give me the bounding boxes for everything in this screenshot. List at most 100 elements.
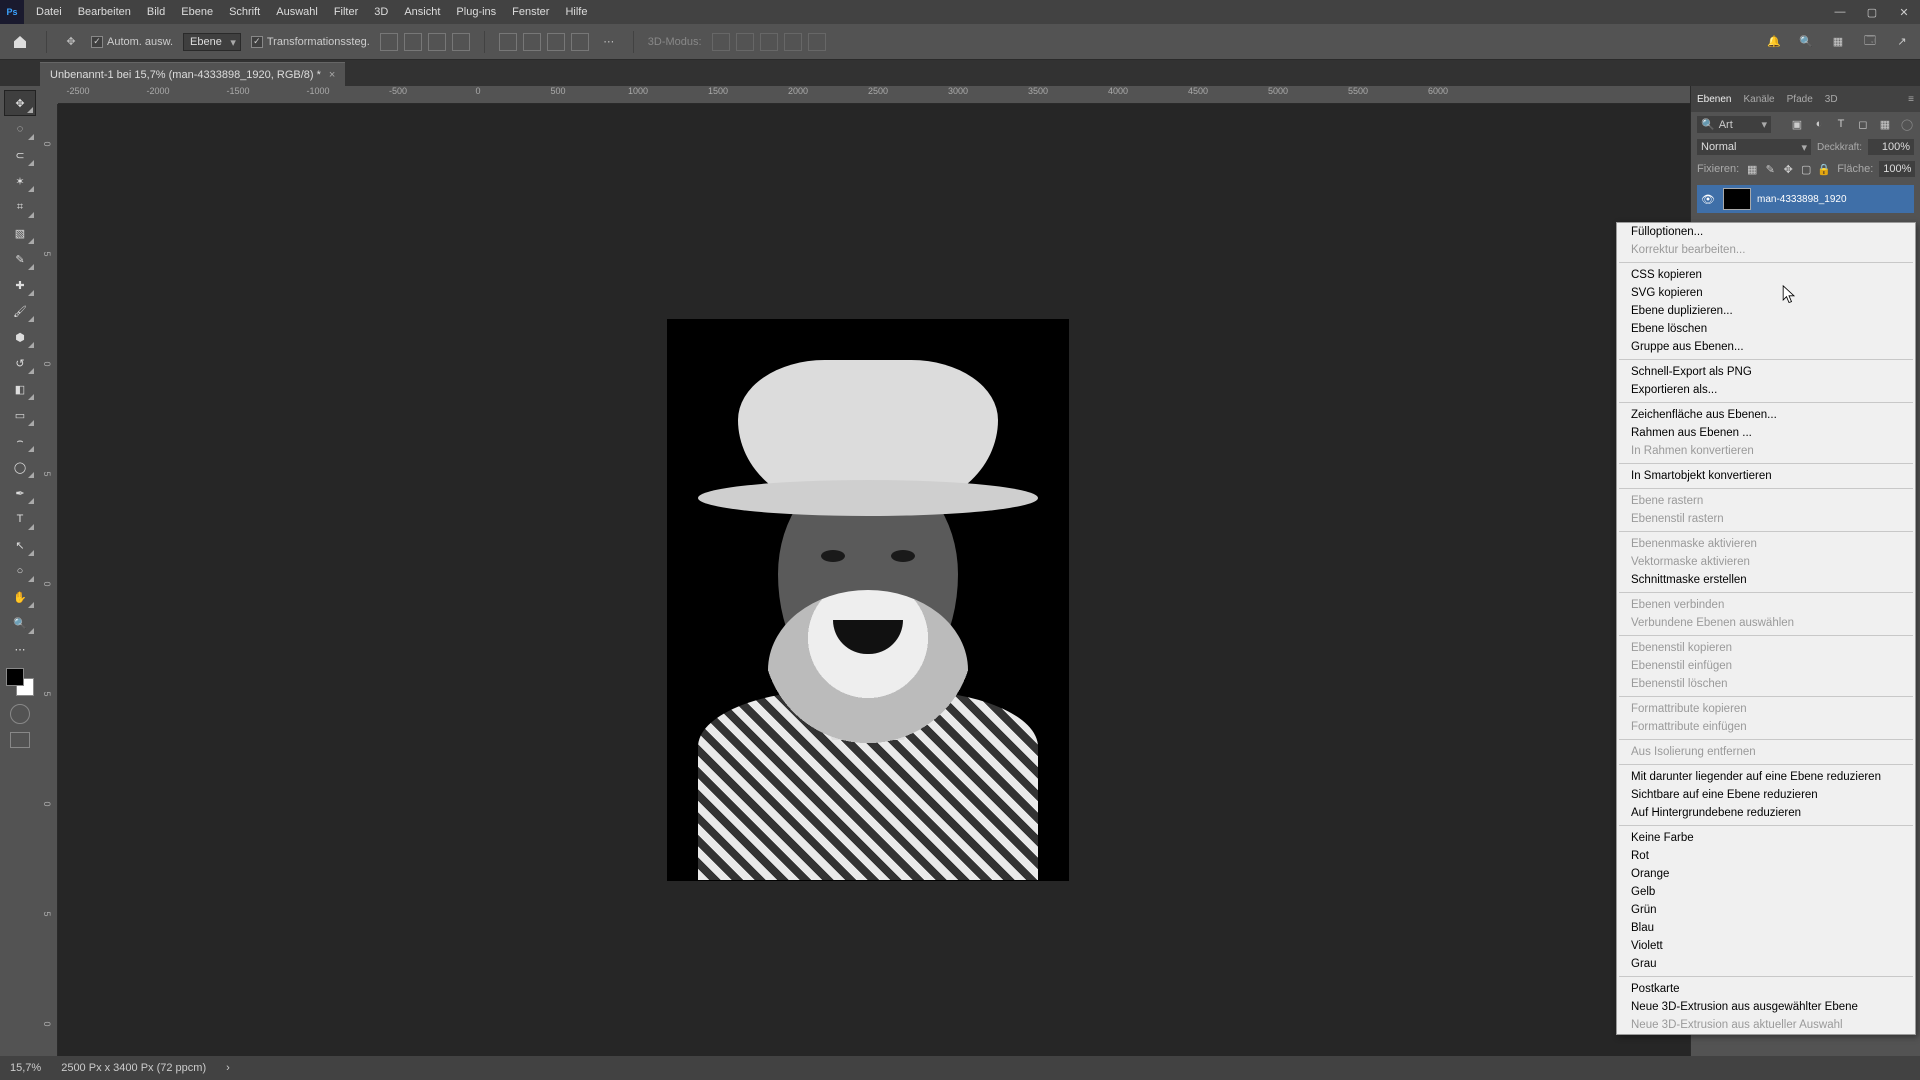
align-top-icon[interactable] [499,33,517,51]
context-item[interactable]: Blau [1617,919,1915,937]
context-item[interactable]: Mit darunter liegender auf eine Ebene re… [1617,768,1915,786]
blur-tool[interactable]: ⌢ [4,428,36,454]
header-tool-3[interactable]: 🗔 [1860,32,1880,51]
filter-image-icon[interactable]: ▣ [1790,118,1804,131]
header-tool-1[interactable]: 🔍 [1796,35,1816,48]
lock-artboard-icon[interactable]: ▢ [1799,162,1813,176]
context-item[interactable]: Postkarte [1617,980,1915,998]
eyedropper-tool[interactable]: ✎ [4,246,36,272]
zoom-tool[interactable]: 🔍 [4,610,36,636]
auto-select-target[interactable]: Ebene [183,33,241,51]
filter-toggle-icon[interactable]: ◯ [1900,118,1914,131]
lock-position-icon[interactable]: ✎ [1763,162,1777,176]
context-item[interactable]: Ebene duplizieren... [1617,302,1915,320]
context-item[interactable]: Rot [1617,847,1915,865]
distribute-v-icon[interactable] [571,33,589,51]
menu-ebene[interactable]: Ebene [173,6,221,18]
panel-tab-kanäle[interactable]: Kanäle [1743,94,1774,105]
header-tool-4[interactable]: ↗ [1892,35,1912,48]
document-tab[interactable]: Unbenannt-1 bei 15,7% (man-4333898_1920,… [40,62,345,86]
align-left-icon[interactable] [380,33,398,51]
shape-tool[interactable]: ○ [4,558,36,584]
lasso-tool[interactable]: ⊂ [4,142,36,168]
context-item[interactable]: Auf Hintergrundebene reduzieren [1617,804,1915,822]
filter-smart-icon[interactable]: ▦ [1878,118,1892,131]
blend-mode-select[interactable]: Normal [1697,139,1811,155]
transform-controls-checkbox[interactable]: ✓Transformationssteg. [251,36,370,48]
canvas[interactable] [58,104,1690,1056]
lock-move-icon[interactable]: ✥ [1781,162,1795,176]
align-right-icon[interactable] [428,33,446,51]
panel-tab-3d[interactable]: 3D [1825,94,1838,105]
header-tool-2[interactable]: ▦ [1828,35,1848,48]
brush-tool[interactable]: 🖌 [4,298,36,324]
context-item[interactable]: Neue 3D-Extrusion aus ausgewählter Ebene [1617,998,1915,1016]
auto-select-checkbox[interactable]: ✓Autom. ausw. [91,36,173,48]
hand-tool[interactable]: ✋ [4,584,36,610]
filter-type-icon[interactable]: T [1834,118,1848,131]
lock-all-icon[interactable]: 🔒 [1817,162,1831,176]
minimize-button[interactable]: — [1824,0,1856,24]
context-item[interactable]: Rahmen aus Ebenen ... [1617,424,1915,442]
align-bottom-icon[interactable] [547,33,565,51]
visibility-icon[interactable]: 👁 [1701,193,1717,206]
context-item[interactable]: CSS kopieren [1617,266,1915,284]
context-item[interactable]: Grün [1617,901,1915,919]
context-item[interactable]: Gruppe aus Ebenen... [1617,338,1915,356]
menu-schrift[interactable]: Schrift [221,6,268,18]
type-tool[interactable]: T [4,506,36,532]
layer-thumbnail[interactable] [1723,188,1751,210]
menu-auswahl[interactable]: Auswahl [268,6,326,18]
align-vcenter-icon[interactable] [523,33,541,51]
healing-tool[interactable]: ✚ [4,272,36,298]
opacity-field[interactable]: 100% [1868,139,1914,155]
context-item[interactable]: SVG kopieren [1617,284,1915,302]
pen-tool[interactable]: ✒ [4,480,36,506]
menu-filter[interactable]: Filter [326,6,366,18]
quick-mask-icon[interactable] [10,704,30,724]
context-item[interactable]: Gelb [1617,883,1915,901]
move-tool[interactable]: ✥ [4,90,36,116]
menu-plug-ins[interactable]: Plug-ins [448,6,504,18]
filter-shape-icon[interactable]: ◻ [1856,118,1870,131]
context-item[interactable]: Zeichenfläche aus Ebenen... [1617,406,1915,424]
menu-hilfe[interactable]: Hilfe [557,6,595,18]
canvas-area[interactable]: -2500-2000-1500-1000-5000500100015002000… [40,86,1690,1056]
menu-bearbeiten[interactable]: Bearbeiten [70,6,139,18]
frame-tool[interactable]: ▧ [4,220,36,246]
menu-bild[interactable]: Bild [139,6,173,18]
home-button[interactable] [8,30,32,54]
context-item[interactable]: Exportieren als... [1617,381,1915,399]
info-chevron-icon[interactable]: › [226,1062,230,1074]
marquee-tool[interactable]: ◌ [4,116,36,142]
context-item[interactable]: Sichtbare auf eine Ebene reduzieren [1617,786,1915,804]
eraser-tool[interactable]: ◧ [4,376,36,402]
align-hcenter-icon[interactable] [404,33,422,51]
menu-3d[interactable]: 3D [366,6,396,18]
overflow-icon[interactable]: ⋯ [599,32,619,52]
context-item[interactable]: Schnittmaske erstellen [1617,571,1915,589]
header-tool-0[interactable]: 🔔 [1764,35,1784,48]
context-item[interactable]: Violett [1617,937,1915,955]
filter-adjust-icon[interactable]: ◐ [1812,118,1826,131]
distribute-icon[interactable] [452,33,470,51]
close-tab-icon[interactable]: × [329,69,335,81]
lock-pixels-icon[interactable]: ▦ [1745,162,1759,176]
panel-tab-ebenen[interactable]: Ebenen [1697,94,1731,105]
zoom-level[interactable]: 15,7% [10,1062,41,1074]
edit-toolbar[interactable]: ⋯ [4,636,36,662]
crop-tool[interactable]: ⌗ [4,194,36,220]
color-swatches[interactable] [6,668,34,696]
context-item[interactable]: Orange [1617,865,1915,883]
menu-fenster[interactable]: Fenster [504,6,557,18]
menu-datei[interactable]: Datei [28,6,70,18]
menu-ansicht[interactable]: Ansicht [396,6,448,18]
path-select-tool[interactable]: ↖ [4,532,36,558]
context-item[interactable]: Schnell-Export als PNG [1617,363,1915,381]
screen-mode-icon[interactable] [10,732,30,748]
layer-row[interactable]: 👁 man-4333898_1920 [1697,185,1914,213]
maximize-button[interactable]: ▢ [1856,0,1888,24]
context-item[interactable]: Ebene löschen [1617,320,1915,338]
fill-field[interactable]: 100% [1879,161,1915,177]
context-item[interactable]: Fülloptionen... [1617,223,1915,241]
